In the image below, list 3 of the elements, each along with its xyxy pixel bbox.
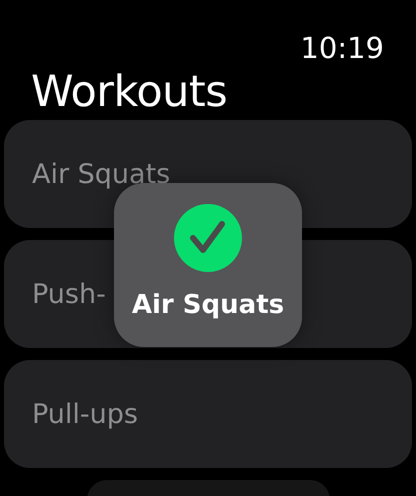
time: 10:19 xyxy=(300,30,384,66)
toast-label: Air Squats xyxy=(132,290,284,320)
page-title: Workouts xyxy=(30,66,228,118)
